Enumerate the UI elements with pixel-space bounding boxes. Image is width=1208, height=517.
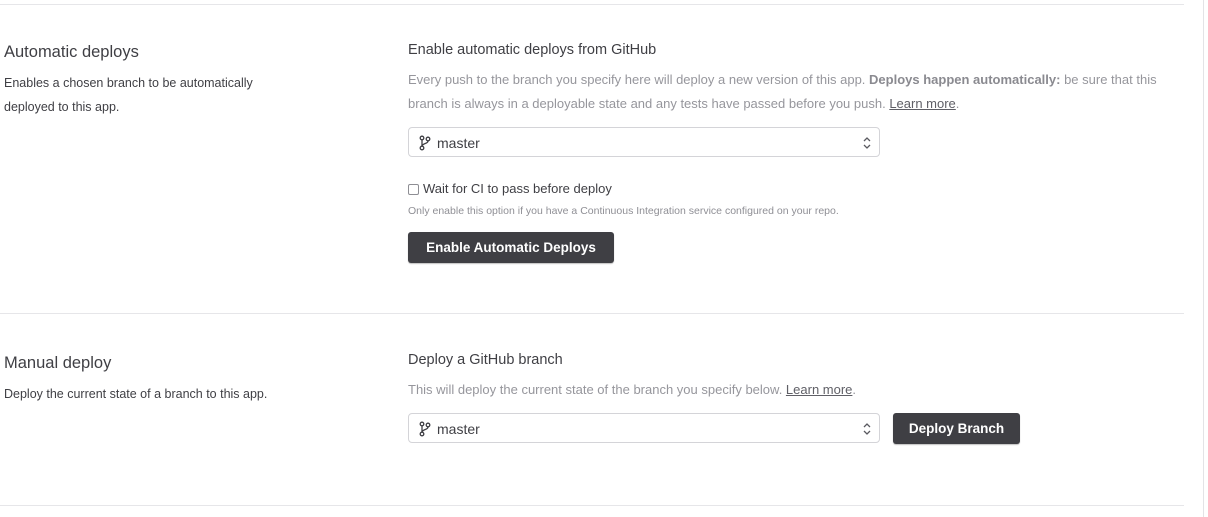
up-down-chevron-icon [863,137,871,149]
deploy-github-branch-heading: Deploy a GitHub branch [408,352,563,368]
enable-auto-deploys-heading: Enable automatic deploys from GitHub [408,42,657,58]
automatic-deploys-title: Automatic deploys [4,43,139,61]
auto-deploys-explanation: Every push to the branch you specify her… [408,68,1184,116]
automatic-deploys-aside: Automatic deploys Enables a chosen branc… [4,41,284,119]
manual-deploy-learn-more-link[interactable]: Learn more [786,382,852,397]
automatic-deploys-content: Enable automatic deploys from GitHub Eve… [408,40,1184,270]
git-branch-icon [419,135,431,151]
wait-for-ci-hint: Only enable this option if you have a Co… [408,205,839,217]
git-branch-icon [419,421,431,437]
up-down-chevron-icon [863,423,871,435]
manual-deploy-content: Deploy a GitHub branch This will deploy … [408,350,1184,470]
manual-deploy-explanation-text: This will deploy the current state of th… [408,382,786,397]
wait-for-ci-row: Wait for CI to pass before deploy [408,181,612,197]
manual-deploy-description: Deploy the current state of a branch to … [4,387,268,401]
enable-automatic-deploys-button[interactable]: Enable Automatic Deploys [408,232,614,263]
manual-deploy-title: Manual deploy [4,354,112,372]
automatic-deploys-description: Enables a chosen branch to be automatica… [4,71,284,119]
deploy-branch-button[interactable]: Deploy Branch [893,413,1020,444]
manual-deploy-explanation: This will deploy the current state of th… [408,378,1184,402]
right-border [1203,0,1204,517]
manual-deploy-period: . [852,382,857,397]
auto-deploys-bold-text: Deploys happen automatically: [869,72,1061,87]
auto-deploys-explanation-text-1: Every push to the branch you specify her… [408,72,870,87]
automatic-deploys-description-line-1: Enables a chosen branch to be automatica… [4,76,253,90]
auto-deploys-learn-more-link[interactable]: Learn more [889,96,955,111]
auto-deploy-branch-select[interactable]: master [408,127,880,157]
auto-deploys-period: . [955,96,960,111]
wait-for-ci-checkbox[interactable] [408,183,419,195]
manual-deploy-branch-value: master [437,421,480,437]
top-divider [0,4,1184,5]
auto-deploys-explanation-text-3: branch is always in a deployable state a… [408,96,890,111]
auto-deploys-explanation-text-2: be sure that this [1060,72,1157,87]
auto-deploy-branch-value: master [437,135,480,151]
manual-deploy-branch-select[interactable]: master [408,413,880,443]
automatic-deploys-description-line-2: deployed to this app. [4,100,120,114]
section-divider [0,313,1184,314]
bottom-divider [0,505,1184,506]
deploy-settings-page: Automatic deploys Enables a chosen branc… [0,0,1208,517]
manual-deploy-aside: Manual deploy Deploy the current state o… [4,352,284,406]
wait-for-ci-label[interactable]: Wait for CI to pass before deploy [423,181,612,197]
